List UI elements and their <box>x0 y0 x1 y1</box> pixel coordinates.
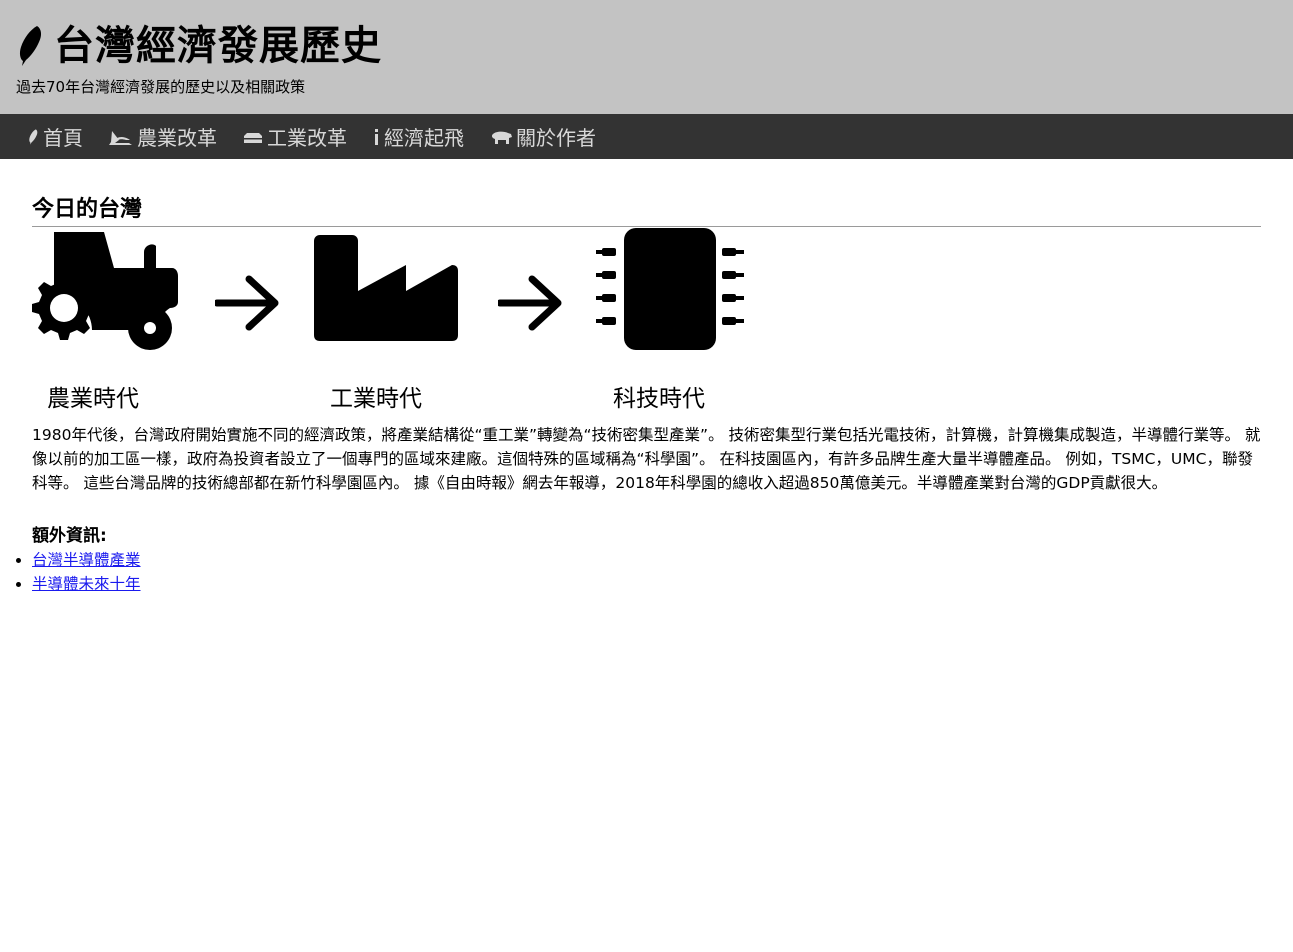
nav-item-label: 關於作者 <box>516 126 596 150</box>
list-item: 半導體未來十年 <box>32 572 1261 596</box>
link-semiconductor-future[interactable]: 半導體未來十年 <box>32 575 141 593</box>
link-taiwan-semiconductor[interactable]: 台灣半導體產業 <box>32 551 141 569</box>
era-label-industry: 工業時代 <box>330 386 422 412</box>
era-timeline: 農業時代 工業時代 科技時代 <box>32 227 1261 417</box>
nav-item-industry[interactable]: 工業改革 <box>243 122 347 151</box>
nav-item-about[interactable]: 關於作者 <box>490 122 596 151</box>
section-title: 今日的台灣 <box>32 195 1261 227</box>
era-label-agriculture: 農業時代 <box>47 386 139 412</box>
title-row: 台灣經濟發展歷史 <box>18 22 382 70</box>
nav-item-home[interactable]: 首頁 <box>28 122 83 151</box>
site-header: 台灣經濟發展歷史 過去70年台灣經濟發展的歷史以及相關政策 <box>0 0 1293 114</box>
taiwan-leaf-icon <box>29 128 38 145</box>
nav-item-label: 農業改革 <box>137 126 217 150</box>
extra-info-heading: 額外資訊: <box>32 526 107 546</box>
info-icon <box>375 128 378 145</box>
nav-item-label: 工業改革 <box>267 126 347 150</box>
nav-item-label: 首頁 <box>43 126 83 150</box>
arrow-right-icon <box>215 275 279 331</box>
era-label-technology: 科技時代 <box>613 386 705 412</box>
nav-item-economy[interactable]: 經濟起飛 <box>373 122 464 151</box>
arrow-right-icon <box>498 275 562 331</box>
nav-item-agriculture[interactable]: 農業改革 <box>109 122 217 151</box>
taiwan-leaf-icon <box>19 26 42 66</box>
list-item: 台灣半導體產業 <box>32 548 1261 572</box>
extra-links-list: 台灣半導體產業 半導體未來十年 <box>0 548 1261 596</box>
main-content: 今日的台灣 農業時代 工業時代 科技時代 1980年代後，台灣政府開始實施不同的… <box>0 195 1293 596</box>
main-nav: 首頁 農業改革 工業改革 經濟起飛 關於作者 <box>0 114 1293 159</box>
nav-item-label: 經濟起飛 <box>384 126 464 150</box>
description-paragraph: 1980年代後，台灣政府開始實施不同的經濟政策，將產業結構從“重工業”轉變為“技… <box>32 426 1261 492</box>
factory-icon <box>314 235 458 341</box>
page-subtitle: 過去70年台灣經濟發展的歷史以及相關政策 <box>16 78 306 96</box>
factory-icon <box>244 132 262 143</box>
bear-icon <box>491 131 512 144</box>
page-title: 台灣經濟發展歷史 <box>54 23 382 69</box>
tractor-icon <box>32 232 178 350</box>
microchip-icon <box>596 228 744 350</box>
sickle-icon <box>109 130 132 145</box>
